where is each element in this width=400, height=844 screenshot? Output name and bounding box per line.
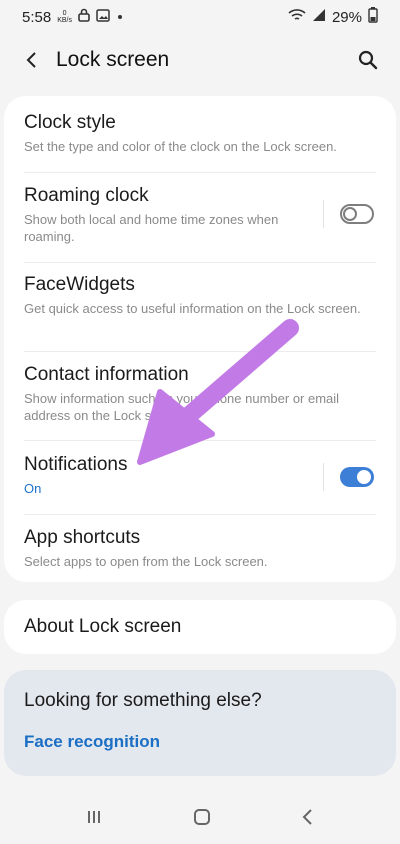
home-icon xyxy=(193,808,210,825)
about-card[interactable]: About Lock screen xyxy=(4,600,396,654)
battery-percent: 29% xyxy=(331,8,362,26)
toggle-knob xyxy=(355,468,373,486)
divider xyxy=(24,440,376,441)
chevron-left-icon xyxy=(26,52,36,68)
notifications-toggle-wrap xyxy=(323,463,374,491)
navigation-bar xyxy=(0,794,400,844)
signal-icon xyxy=(312,8,326,26)
setting-facewidgets[interactable]: FaceWidgets Get quick access to useful i… xyxy=(24,274,376,317)
settings-card: Clock style Set the type and color of th… xyxy=(4,96,396,582)
home-button[interactable] xyxy=(192,807,212,832)
lock-status-icon xyxy=(78,8,90,26)
toggle-separator xyxy=(323,463,324,491)
setting-subtitle: Show both local and home time zones when… xyxy=(24,212,279,244)
back-button[interactable] xyxy=(18,46,46,74)
network-speed-value: 0 xyxy=(62,10,67,17)
divider xyxy=(24,172,376,173)
recents-button[interactable] xyxy=(85,808,103,831)
search-icon xyxy=(358,50,378,70)
status-bar: 5:58 0 KB/s 29% xyxy=(0,0,400,34)
setting-notifications[interactable]: Notifications On xyxy=(24,454,316,497)
status-right: 29% xyxy=(288,7,378,27)
app-bar: Lock screen xyxy=(0,34,400,86)
divider xyxy=(24,351,376,352)
setting-subtitle: Show information such as your phone numb… xyxy=(24,391,340,423)
setting-title: App shortcuts xyxy=(24,527,141,548)
nav-back-button[interactable] xyxy=(301,808,315,831)
setting-roaming-clock[interactable]: Roaming clock Show both local and home t… xyxy=(24,185,316,245)
roaming-clock-toggle[interactable] xyxy=(340,204,374,224)
photo-status-icon xyxy=(96,8,110,26)
setting-title: Roaming clock xyxy=(24,185,149,206)
setting-title: Contact information xyxy=(24,364,189,385)
battery-icon xyxy=(368,7,378,27)
recents-icon xyxy=(87,810,100,823)
notifications-toggle[interactable] xyxy=(340,467,374,487)
about-lock-screen: About Lock screen xyxy=(24,616,182,637)
wifi-icon xyxy=(288,8,306,26)
status-time: 5:58 xyxy=(22,8,52,26)
setting-status: On xyxy=(24,481,42,496)
page-title: Lock screen xyxy=(56,48,170,71)
search-button[interactable] xyxy=(354,46,382,74)
nav-back-icon xyxy=(302,808,313,825)
network-speed-unit: KB/s xyxy=(57,17,72,24)
looking-card: Looking for something else? Face recogni… xyxy=(4,670,396,776)
status-left: 5:58 0 KB/s xyxy=(22,8,122,26)
notification-dot-icon xyxy=(118,15,122,19)
setting-subtitle: Set the type and color of the clock on t… xyxy=(24,139,337,154)
setting-title: Clock style xyxy=(24,112,116,133)
toggle-knob xyxy=(343,207,357,221)
setting-title: Notifications xyxy=(24,454,128,475)
setting-subtitle: Select apps to open from the Lock screen… xyxy=(24,554,268,569)
divider xyxy=(24,514,376,515)
setting-app-shortcuts[interactable]: App shortcuts Select apps to open from t… xyxy=(24,527,376,570)
face-recognition-link[interactable]: Face recognition xyxy=(24,732,160,752)
toggle-separator xyxy=(323,200,324,228)
network-speed: 0 KB/s xyxy=(57,10,72,24)
setting-contact-information[interactable]: Contact information Show information suc… xyxy=(24,364,376,424)
setting-clock-style[interactable]: Clock style Set the type and color of th… xyxy=(24,112,376,155)
setting-title: FaceWidgets xyxy=(24,274,135,295)
roaming-clock-toggle-wrap xyxy=(323,200,374,228)
setting-subtitle: Get quick access to useful information o… xyxy=(24,301,361,316)
looking-title: Looking for something else? xyxy=(24,690,262,711)
divider xyxy=(24,262,376,263)
